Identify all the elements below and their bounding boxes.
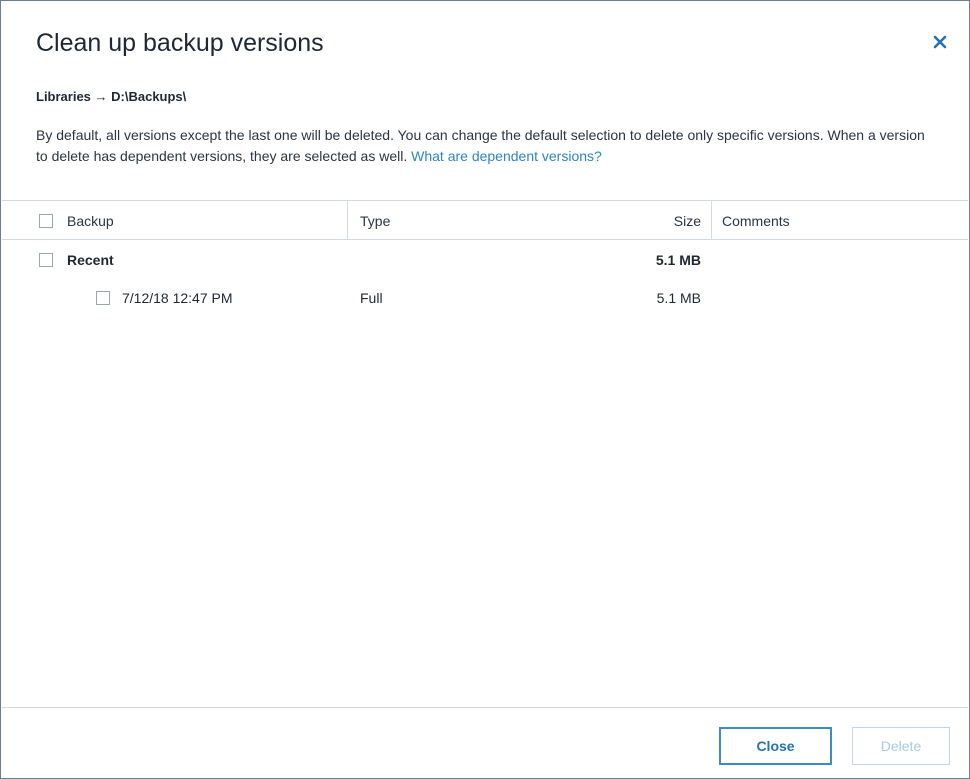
delete-button[interactable]: Delete xyxy=(852,727,950,765)
group-name: Recent xyxy=(67,252,114,268)
group-checkbox[interactable] xyxy=(39,253,53,267)
select-all-checkbox[interactable] xyxy=(39,214,53,228)
breadcrumb: Libraries → D:\Backups\ xyxy=(36,89,187,104)
description-text: By default, all versions except the last… xyxy=(36,125,936,167)
column-header-backup[interactable]: Backup xyxy=(67,213,114,229)
version-checkbox[interactable] xyxy=(96,291,110,305)
version-type: Full xyxy=(360,290,383,306)
group-size: 5.1 MB xyxy=(655,252,701,268)
column-header-comments[interactable]: Comments xyxy=(722,213,790,229)
header-bottom-divider xyxy=(2,239,968,240)
close-icon[interactable] xyxy=(931,33,949,51)
column-header-type[interactable]: Type xyxy=(360,213,390,229)
header-top-divider xyxy=(2,200,968,201)
column-divider-comments xyxy=(711,201,712,239)
version-date: 7/12/18 12:47 PM xyxy=(122,290,233,306)
column-divider-type xyxy=(347,201,348,239)
clean-up-dialog: Clean up backup versions Libraries → D:\… xyxy=(0,0,970,779)
footer-divider xyxy=(2,707,968,708)
close-button[interactable]: Close xyxy=(719,727,832,765)
dependent-versions-link[interactable]: What are dependent versions? xyxy=(411,148,602,164)
version-size: 5.1 MB xyxy=(656,290,701,306)
column-header-size[interactable]: Size xyxy=(601,213,701,229)
dialog-title: Clean up backup versions xyxy=(36,29,324,57)
